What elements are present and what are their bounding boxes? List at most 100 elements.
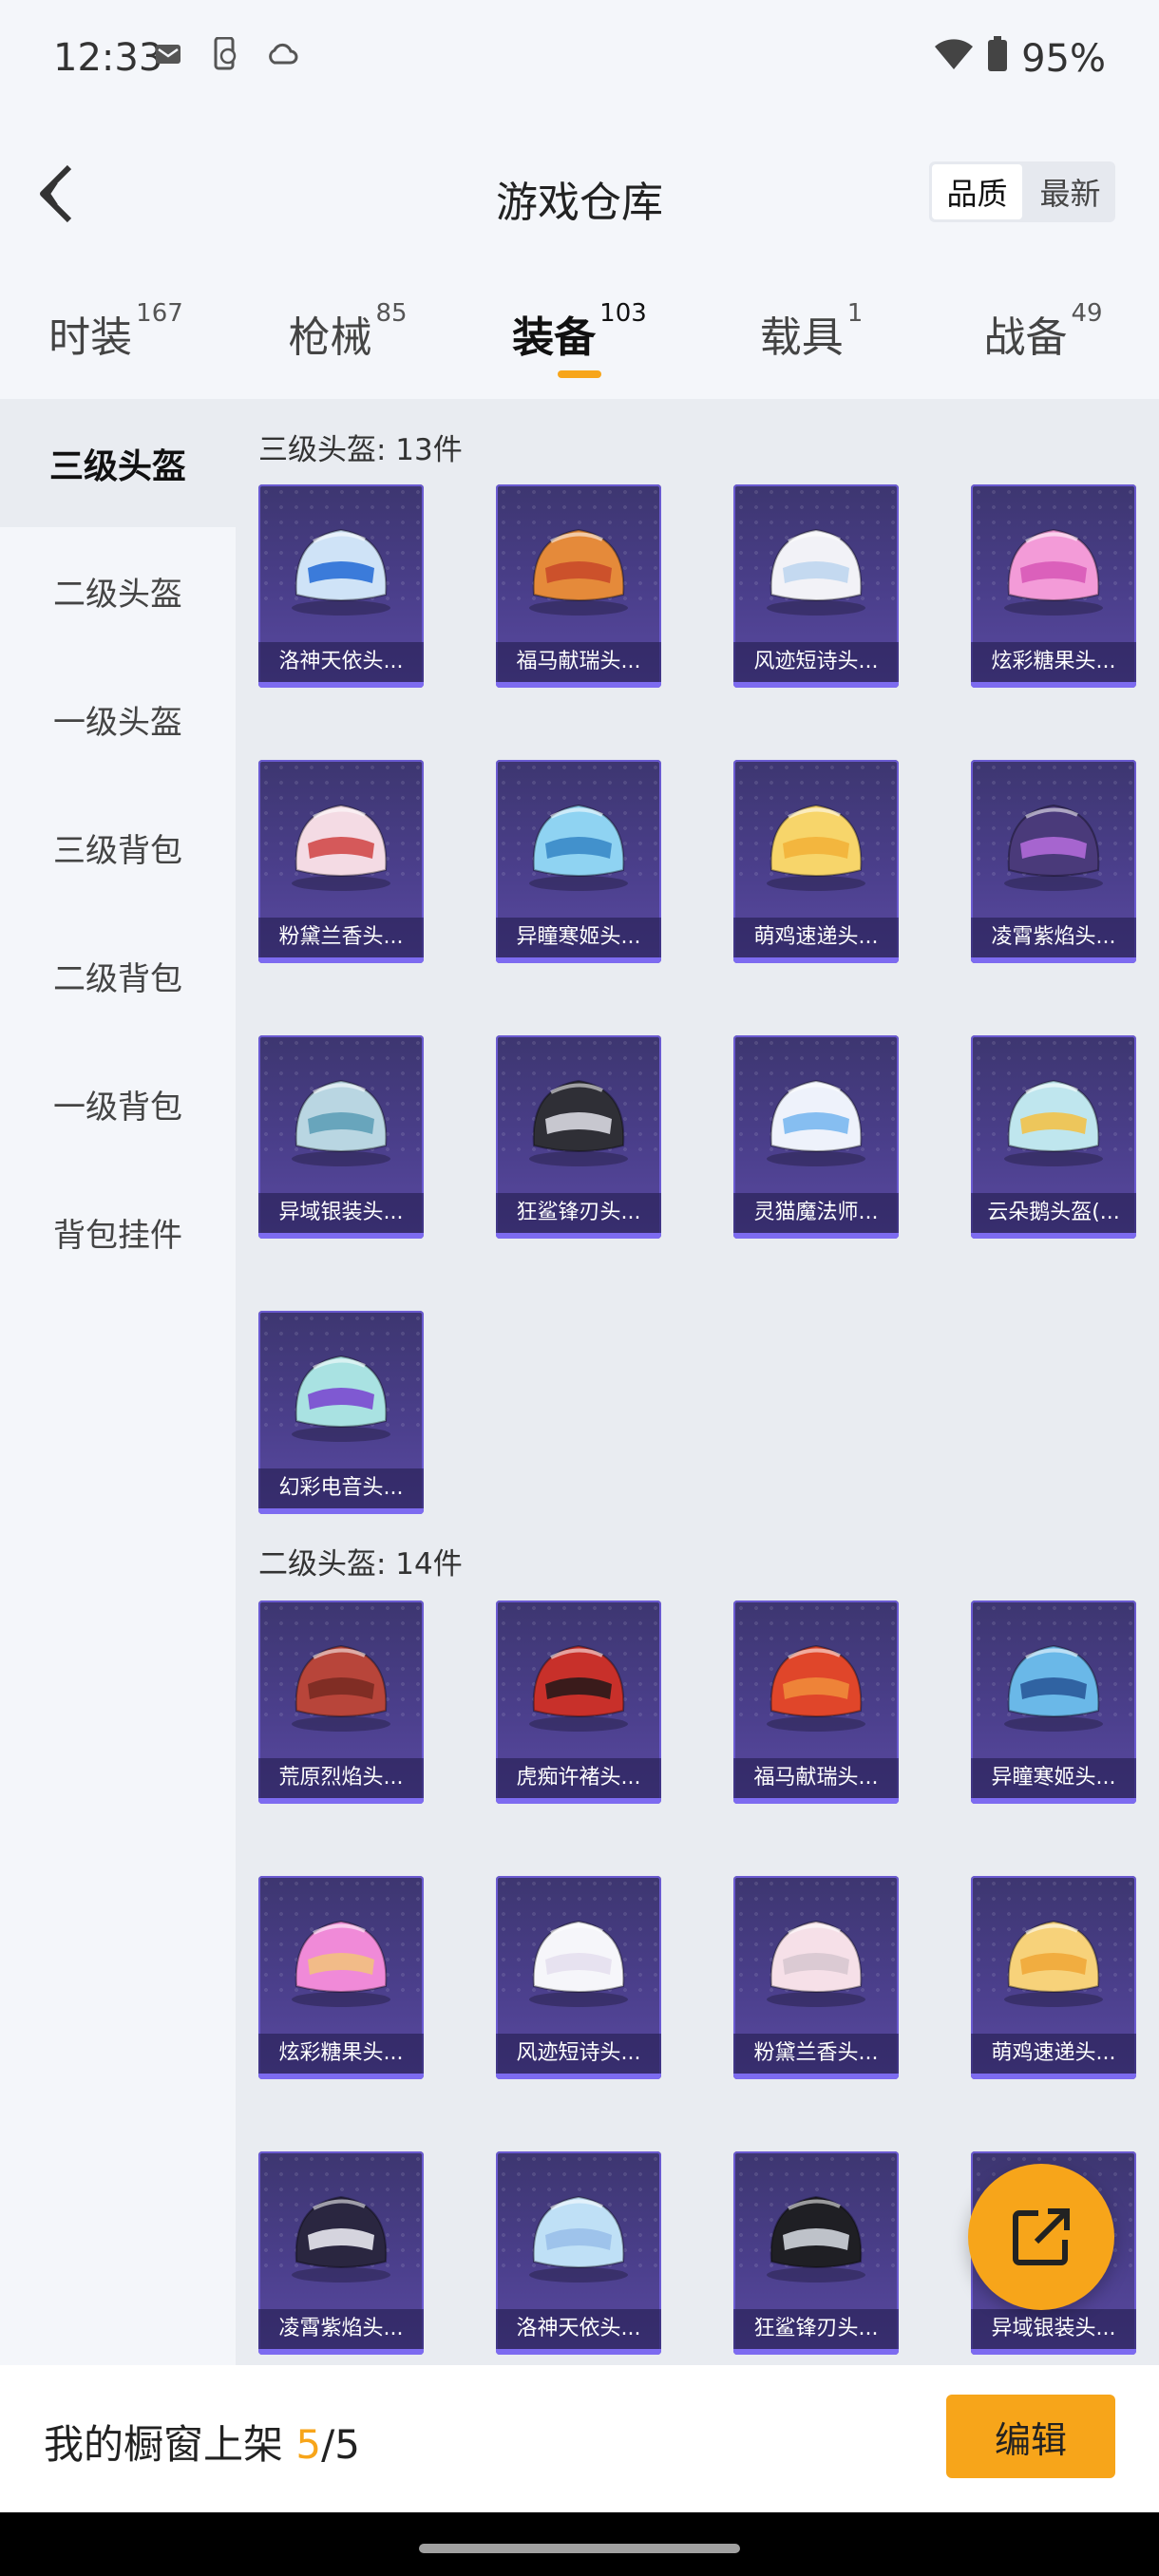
home-gesture-handle[interactable] [419,2544,740,2553]
item-card[interactable]: 粉黛兰香头... [258,760,424,963]
status-bar: 12:33 95% [0,0,1159,119]
rarity-bar [258,2074,424,2079]
sidebar-item-level3-backpack[interactable]: 三级背包 [0,784,236,912]
item-card[interactable]: 凌霄紫焰头... [971,760,1136,963]
mail-icon [152,38,184,70]
wifi-icon [934,37,974,81]
item-card[interactable]: 萌鸡速递头... [971,1876,1136,2079]
item-name: 炫彩糖果头... [258,2034,424,2074]
item-card[interactable]: 凌霄紫焰头... [258,2151,424,2355]
sidebar-item-level2-backpack[interactable]: 二级背包 [0,912,236,1040]
app-header: 游戏仓库 品质 最新 [0,119,1159,271]
item-name: 异域银装头... [258,1193,424,1233]
tab-fashion[interactable]: 时装 167 [0,271,232,399]
rarity-bar [733,682,899,688]
system-nav-bar [0,2512,1159,2576]
helmet-icon [1004,804,1103,891]
helmet-icon [767,804,865,891]
helmet-icon [529,2195,628,2282]
sidebar-item-backpack-charm[interactable]: 背包挂件 [0,1168,236,1297]
item-name: 福马献瑞头... [733,1758,899,1798]
share-icon [1013,2208,1070,2265]
item-card[interactable]: 风迹短诗头... [496,1876,661,2079]
tab-supplies[interactable]: 战备 49 [927,271,1159,399]
item-grid: 三级头盔: 13件 洛神天依头... 福马献瑞头... 风迹短诗头... 炫彩糖果头.… [236,399,1159,2365]
item-card[interactable]: 荒原烈焰头... [258,1601,424,1804]
item-card[interactable]: 洛神天依头... [496,2151,661,2355]
rarity-bar [971,2349,1136,2355]
sidebar-item-level1-backpack[interactable]: 一级背包 [0,1040,236,1168]
tab-label: 装备 [512,313,597,362]
item-card[interactable]: 福马献瑞头... [496,484,661,688]
helmet-icon [292,1354,390,1442]
item-card[interactable]: 狂鲨锋刃头... [496,1035,661,1239]
helmet-icon [1004,1079,1103,1166]
item-card[interactable]: 洛神天依头... [258,484,424,688]
tab-count: 1 [846,299,864,328]
helmet-icon [529,804,628,891]
item-card[interactable]: 异瞳寒姬头... [971,1601,1136,1804]
item-card[interactable]: 异瞳寒姬头... [496,760,661,963]
section-title: 二级头盔: 14件 [258,1547,463,1582]
item-name: 洛神天依头... [258,642,424,682]
section-title: 三级头盔: 13件 [258,433,463,467]
helmet-icon [767,2195,865,2282]
helmet-icon [1004,1644,1103,1732]
tab-label: 枪械 [288,313,372,362]
showcase-status: 我的橱窗上架 5/5 [44,2413,360,2471]
rarity-bar [258,957,424,963]
item-name: 福马献瑞头... [496,642,661,682]
helmet-icon [529,1079,628,1166]
item-name: 粉黛兰香头... [258,918,424,957]
item-name: 风迹短诗头... [733,642,899,682]
item-card[interactable]: 幻彩电音头... [258,1311,424,1514]
item-card[interactable]: 异域银装头... [258,1035,424,1239]
sort-by-quality[interactable]: 品质 [932,164,1022,219]
helmet-icon [292,1079,390,1166]
item-card[interactable]: 炫彩糖果头... [971,484,1136,688]
sort-by-newest[interactable]: 最新 [1025,161,1115,222]
share-button[interactable] [968,2164,1114,2310]
item-card[interactable]: 粉黛兰香头... [733,1876,899,2079]
helmet-icon [292,1920,390,2007]
rarity-bar [971,1233,1136,1239]
rarity-bar [733,1798,899,1804]
item-card[interactable]: 风迹短诗头... [733,484,899,688]
rarity-bar [971,682,1136,688]
helmet-icon [1004,528,1103,616]
sidebar-item-level3-helmet[interactable]: 三级头盔 [0,399,236,527]
rarity-bar [496,1233,661,1239]
phone-sync-icon [209,37,241,70]
rarity-bar [258,1798,424,1804]
tab-equipment[interactable]: 装备 103 [464,271,695,399]
tab-count: 49 [1071,299,1103,328]
item-card[interactable]: 炫彩糖果头... [258,1876,424,2079]
rarity-bar [733,957,899,963]
battery-level: 95% [1021,37,1106,81]
showcase-bar: 我的橱窗上架 5/5 编辑 [0,2365,1159,2512]
tab-guns[interactable]: 枪械 85 [232,271,464,399]
sort-toggle: 品质 最新 [929,161,1115,222]
item-card[interactable]: 灵猫魔法师... [733,1035,899,1239]
helmet-icon [529,1644,628,1732]
rarity-bar [971,957,1136,963]
sidebar-item-level1-helmet[interactable]: 一级头盔 [0,655,236,784]
item-card[interactable]: 云朵鹅头盔(... [971,1035,1136,1239]
edit-button[interactable]: 编辑 [946,2395,1115,2478]
item-name: 凌霄紫焰头... [971,918,1136,957]
item-card[interactable]: 萌鸡速递头... [733,760,899,963]
rarity-bar [258,1233,424,1239]
sidebar-item-level2-helmet[interactable]: 二级头盔 [0,527,236,655]
tab-label: 载具 [759,313,844,362]
rarity-bar [733,2074,899,2079]
item-card[interactable]: 狂鲨锋刃头... [733,2151,899,2355]
rarity-bar [733,2349,899,2355]
helmet-icon [1004,1920,1103,2007]
helmet-icon [529,528,628,616]
category-tabs: 时装 167 枪械 85 装备 103 载具 1 战备 49 [0,271,1159,399]
item-card[interactable]: 虎痴许褚头... [496,1601,661,1804]
rarity-bar [258,2349,424,2355]
item-name: 虎痴许褚头... [496,1758,661,1798]
item-card[interactable]: 福马献瑞头... [733,1601,899,1804]
tab-vehicles[interactable]: 载具 1 [695,271,927,399]
